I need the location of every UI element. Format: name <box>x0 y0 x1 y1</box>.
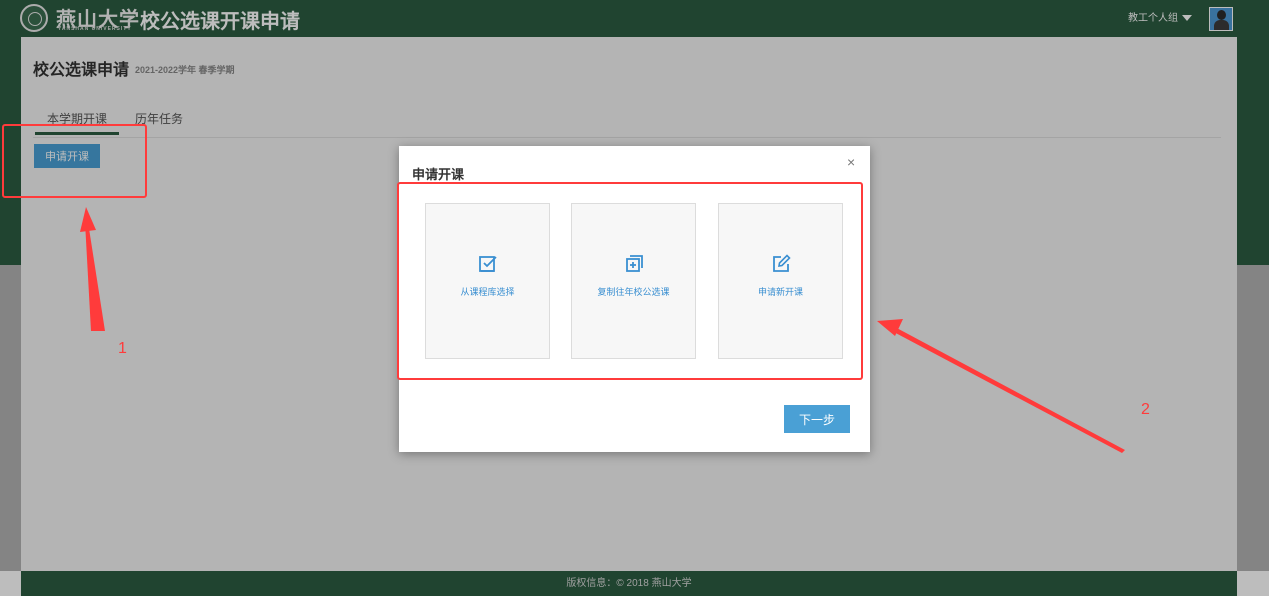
annotation-label-2: 2 <box>1141 401 1150 418</box>
annotation-label-1: 1 <box>118 340 127 357</box>
annotation-box-1 <box>2 124 147 198</box>
dialog-title: 申请开课 <box>412 167 465 182</box>
annotation-box-2 <box>397 182 863 380</box>
next-step-button[interactable]: 下一步 <box>784 405 850 433</box>
close-icon[interactable]: × <box>847 154 855 170</box>
